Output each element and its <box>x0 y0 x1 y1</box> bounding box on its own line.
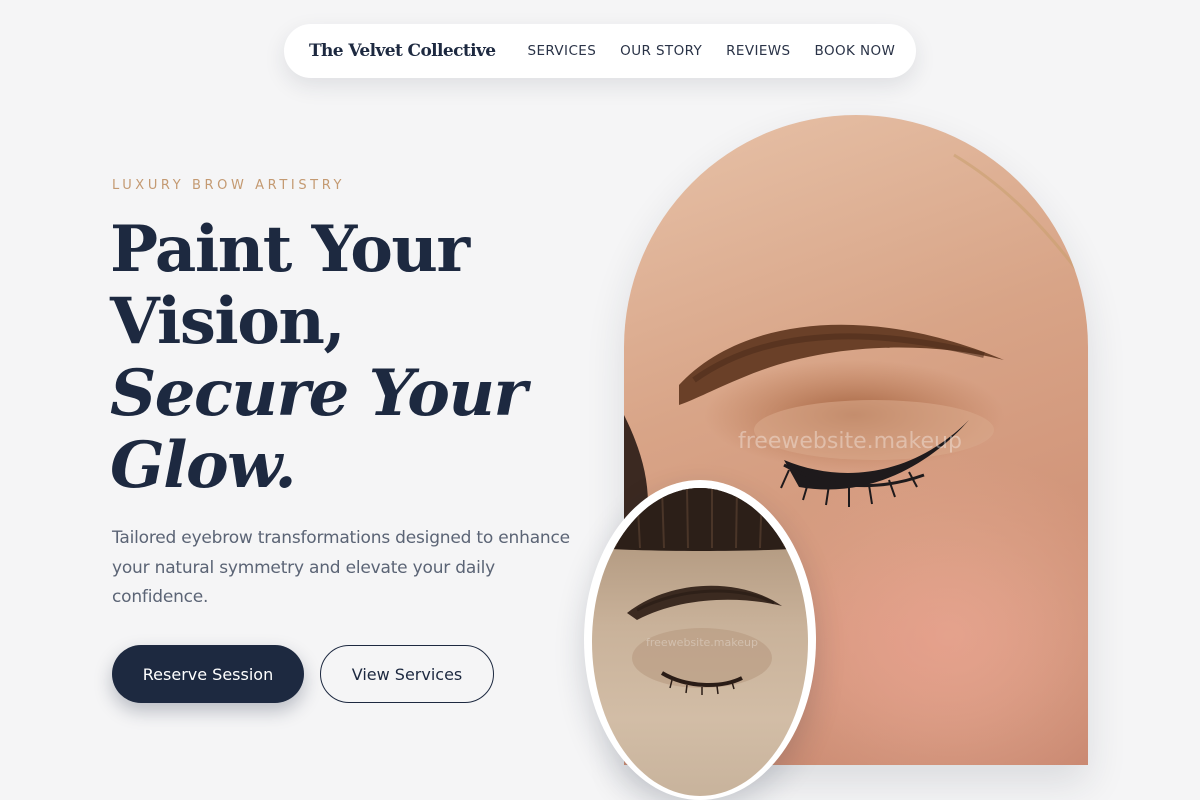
headline-line-3: Secure Your <box>110 356 527 431</box>
view-services-button[interactable]: View Services <box>320 645 494 703</box>
nav-link-our-story[interactable]: OUR STORY <box>620 43 702 59</box>
reserve-session-button[interactable]: Reserve Session <box>112 645 304 703</box>
nav-link-book-now[interactable]: BOOK NOW <box>815 43 896 59</box>
page: The Velvet Collective SERVICES OUR STORY… <box>0 0 1200 800</box>
hero-headline: Paint Your Vision, Secure Your Glow. <box>110 214 630 502</box>
inset-oval-image: freewebsite.makeup <box>592 488 808 796</box>
hero-subtext: Tailored eyebrow transformations designe… <box>112 528 570 607</box>
nav-link-reviews[interactable]: REVIEWS <box>726 43 790 59</box>
main-image-watermark: freewebsite.makeup <box>738 429 962 454</box>
brand-logo[interactable]: The Velvet Collective <box>309 41 496 61</box>
top-navigation: The Velvet Collective SERVICES OUR STORY… <box>284 24 916 78</box>
headline-line-4: Glow. <box>110 428 297 503</box>
headline-line-2: Vision, <box>110 284 346 359</box>
nav-links: SERVICES OUR STORY REVIEWS BOOK NOW <box>527 43 895 59</box>
inset-image-watermark: freewebsite.makeup <box>646 636 758 649</box>
nav-link-services[interactable]: SERVICES <box>527 43 596 59</box>
headline-line-1: Paint Your <box>110 212 470 287</box>
hero-eyebrow: LUXURY BROW ARTISTRY <box>112 178 346 193</box>
